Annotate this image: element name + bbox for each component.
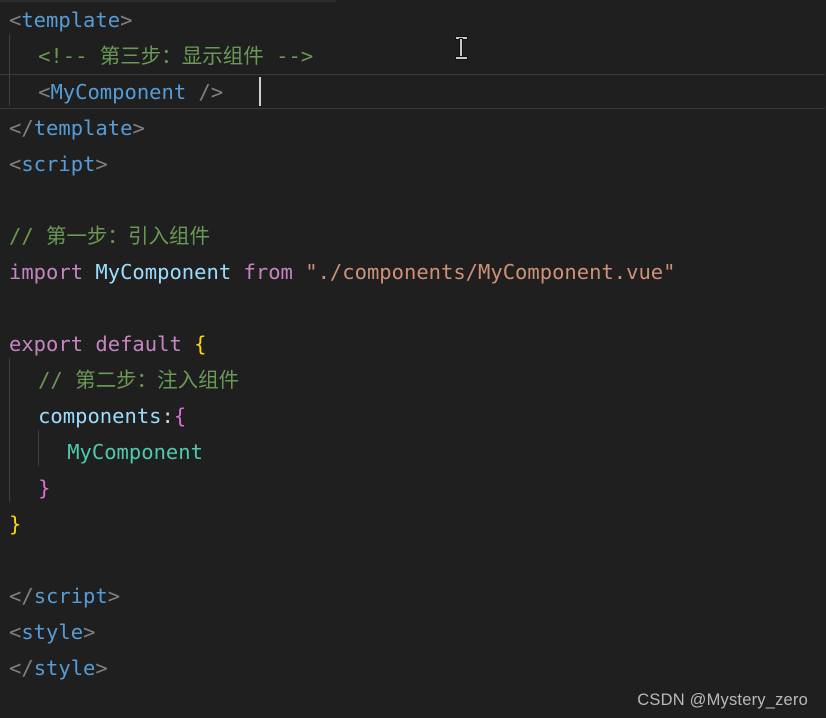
code-token-kw: from bbox=[243, 260, 293, 284]
code-token-punct: < bbox=[9, 8, 22, 32]
code-token-kw: import bbox=[9, 260, 84, 284]
code-line[interactable]: <style> bbox=[0, 614, 826, 650]
indent-guide bbox=[9, 358, 10, 502]
code-token-comment: // 第二步：注入组件 bbox=[38, 368, 240, 392]
code-token-punct: </ bbox=[9, 116, 34, 140]
indent-guide bbox=[38, 430, 39, 466]
code-token-tag: script bbox=[33, 584, 108, 608]
code-line[interactable]: } bbox=[0, 506, 826, 542]
code-token-punct: </ bbox=[9, 656, 34, 680]
code-token-tag: style bbox=[21, 620, 84, 644]
code-token-punct: > bbox=[83, 620, 96, 644]
code-token-kw: export bbox=[9, 332, 84, 356]
code-line[interactable]: <MyComponent /> bbox=[0, 74, 826, 110]
code-token-tag: MyComponent bbox=[50, 80, 187, 104]
code-line[interactable]: <script> bbox=[0, 146, 826, 182]
code-line[interactable]: </template> bbox=[0, 110, 826, 146]
code-line[interactable]: components:{ bbox=[0, 398, 826, 434]
code-line[interactable]: // 第一步：引入组件 bbox=[0, 218, 826, 254]
code-token-tag: template bbox=[33, 116, 133, 140]
code-token-punct: > bbox=[95, 152, 108, 176]
code-token-tag: style bbox=[33, 656, 96, 680]
code-token-punct: </ bbox=[9, 584, 34, 608]
code-line[interactable]: } bbox=[0, 470, 826, 506]
code-token-punct: /> bbox=[186, 80, 224, 104]
code-token-b2: } bbox=[38, 476, 51, 500]
code-token-comment: // 第一步：引入组件 bbox=[9, 224, 211, 248]
code-line[interactable]: MyComponent bbox=[0, 434, 826, 470]
code-line[interactable]: export default { bbox=[0, 326, 826, 362]
code-token-b2: { bbox=[173, 404, 187, 428]
code-token-punct: > bbox=[95, 656, 108, 680]
code-line[interactable]: import MyComponent from "./components/My… bbox=[0, 254, 826, 290]
code-line[interactable]: </script> bbox=[0, 578, 826, 614]
code-line[interactable] bbox=[0, 182, 826, 218]
code-line[interactable] bbox=[0, 542, 826, 578]
code-line[interactable]: </style> bbox=[0, 650, 826, 686]
code-token-tag: script bbox=[21, 152, 96, 176]
code-token-punct: < bbox=[38, 80, 51, 104]
code-token-str: "./components/MyComponent.vue" bbox=[305, 260, 676, 284]
code-surface[interactable]: <template> <!-- 第三步：显示组件 --> <MyComponent … bbox=[0, 0, 826, 718]
code-token-plain: : bbox=[161, 404, 174, 428]
code-token-comment: <!-- 第三步：显示组件 --> bbox=[38, 44, 314, 68]
code-token-b1: } bbox=[9, 512, 22, 536]
indent-guide bbox=[9, 34, 10, 106]
code-token-ident: components bbox=[38, 404, 162, 428]
code-token-punct: > bbox=[132, 116, 145, 140]
code-editor[interactable]: <template> <!-- 第三步：显示组件 --> <MyComponent … bbox=[0, 0, 826, 718]
text-ibeam-cursor-icon bbox=[456, 37, 467, 59]
code-token-prop: MyComponent bbox=[67, 440, 203, 464]
code-token-punct: > bbox=[107, 584, 121, 608]
code-line[interactable] bbox=[0, 290, 826, 326]
csdn-watermark: CSDN @Mystery_zero bbox=[637, 691, 808, 709]
code-line[interactable]: // 第二步：注入组件 bbox=[0, 362, 826, 398]
code-token-punct: < bbox=[9, 620, 22, 644]
code-token-punct: < bbox=[9, 152, 22, 176]
code-token-punct: > bbox=[120, 8, 133, 32]
code-token-ident: MyComponent bbox=[95, 260, 232, 284]
code-line[interactable]: <template> bbox=[0, 2, 826, 38]
code-token-tag: template bbox=[21, 8, 121, 32]
code-line[interactable]: <!-- 第三步：显示组件 --> bbox=[0, 38, 826, 74]
code-token-b1: { bbox=[194, 332, 207, 356]
code-token-kw: default bbox=[95, 332, 182, 356]
text-caret bbox=[259, 77, 261, 106]
